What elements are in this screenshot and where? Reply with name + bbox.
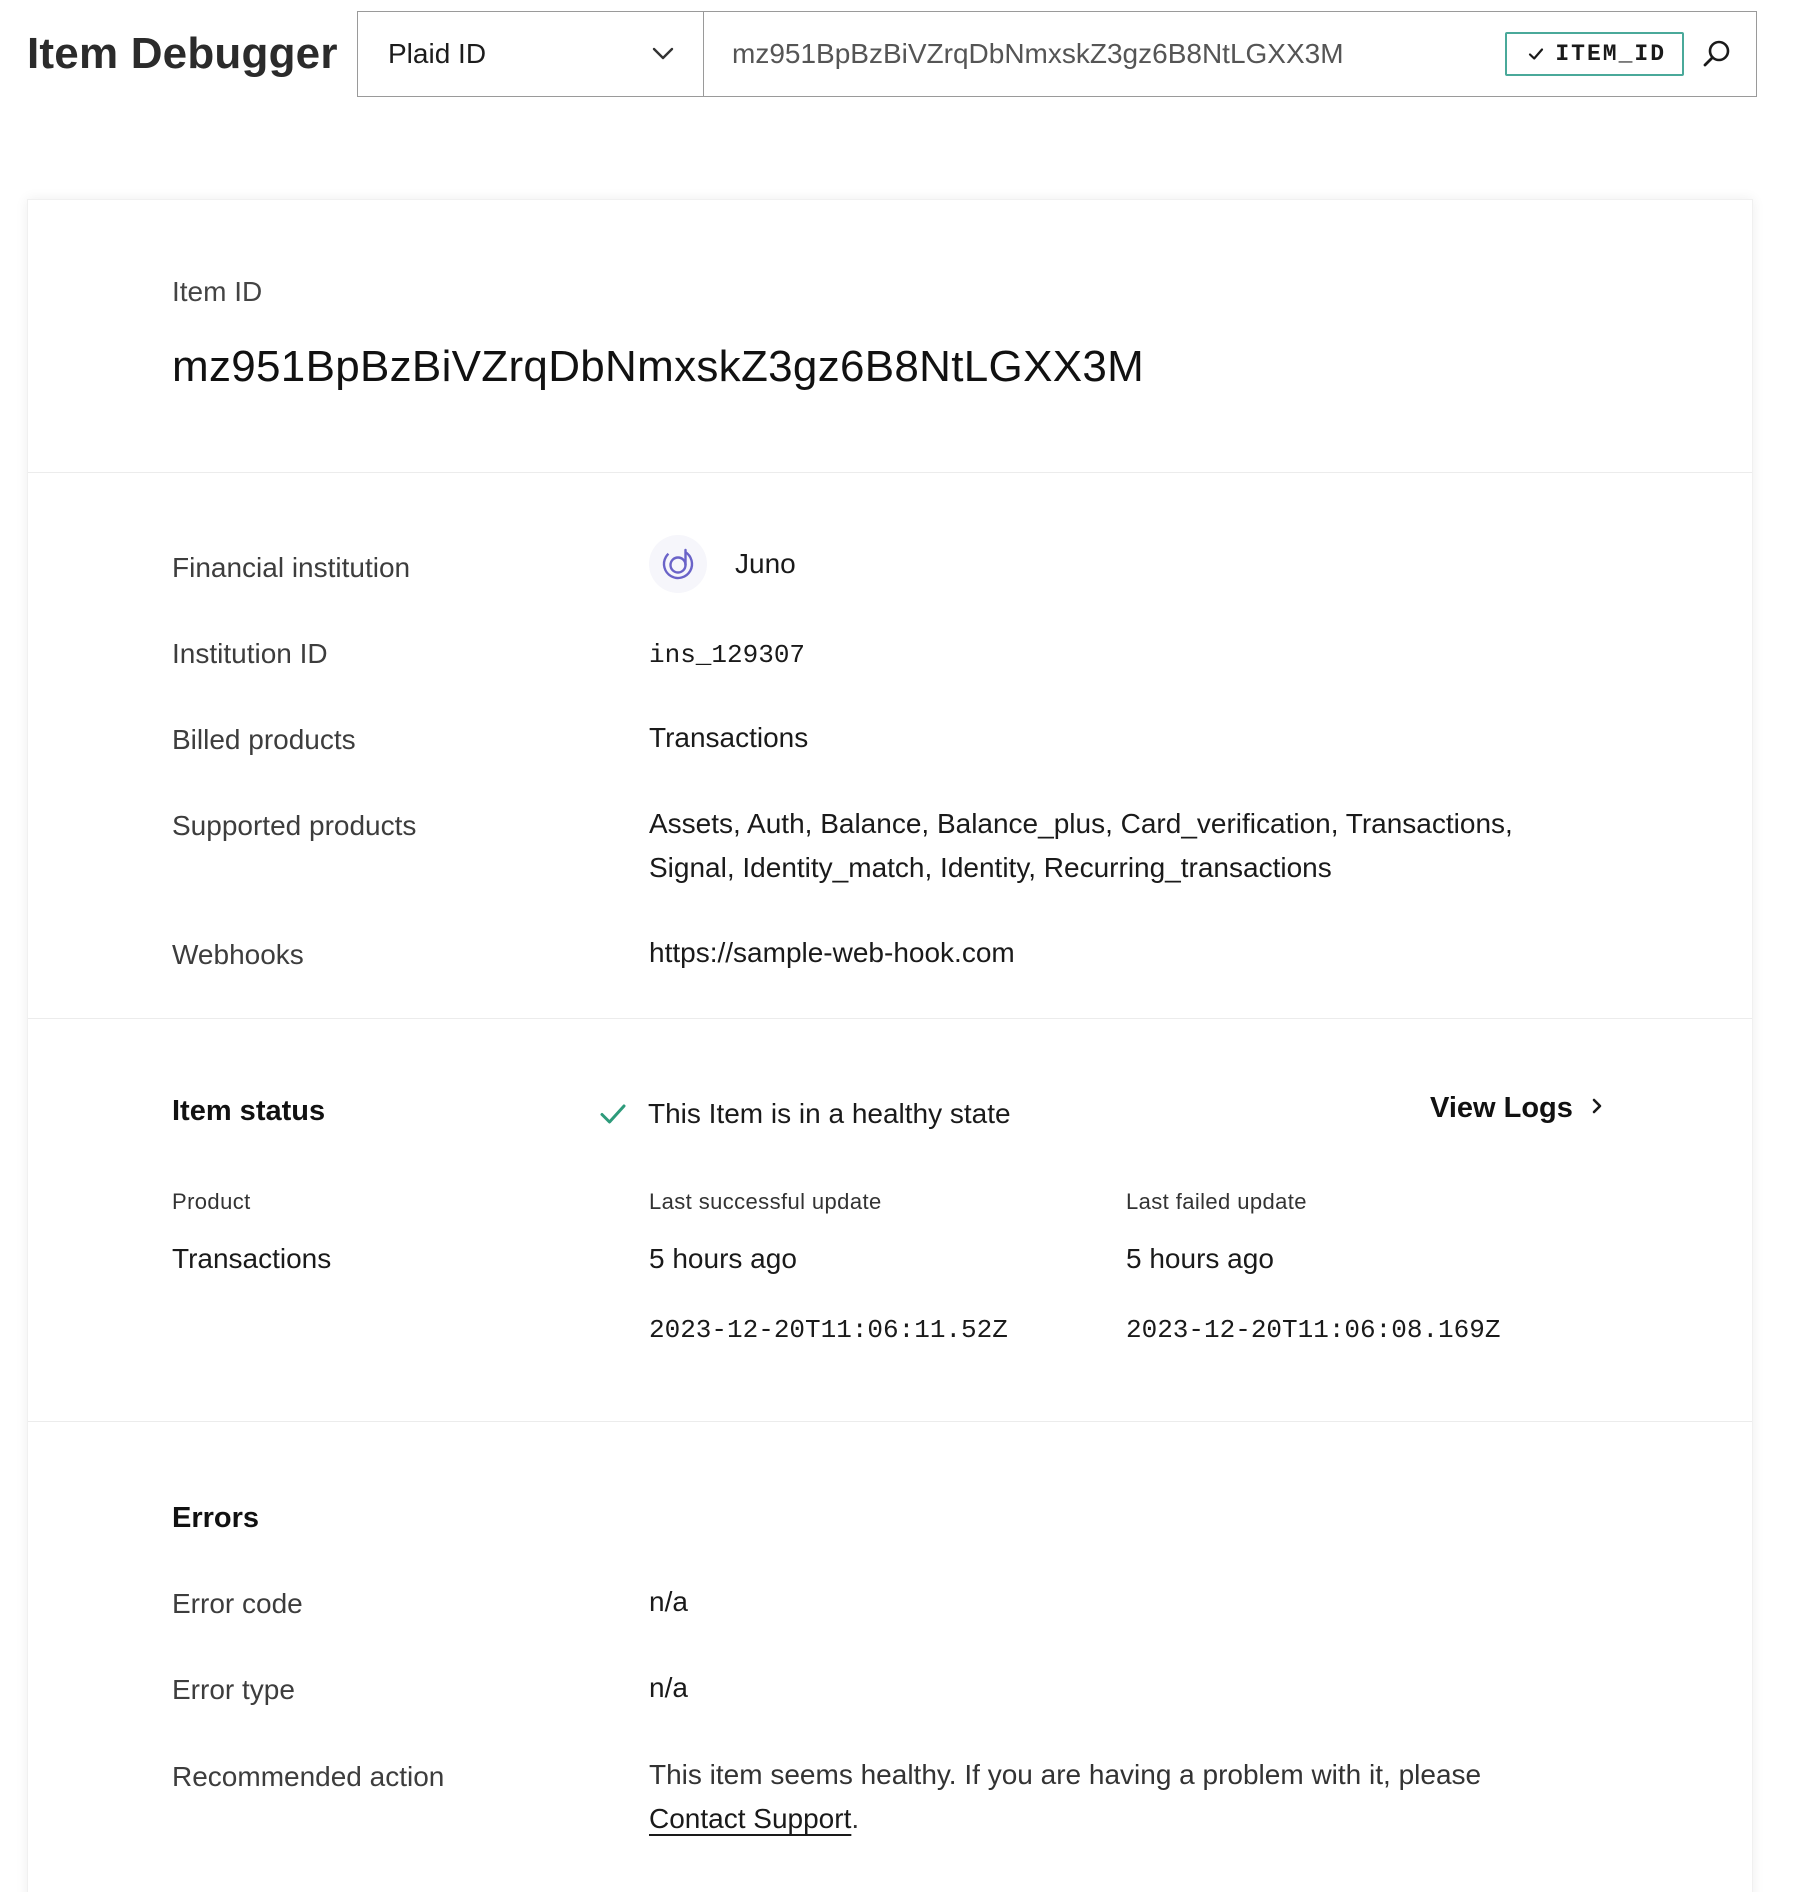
item-status-section: Item status This Item is in a healthy st… — [28, 1019, 1752, 1422]
error-type-label: Error type — [172, 1674, 295, 1705]
recommended-action-suffix: . — [851, 1803, 860, 1834]
detected-id-type-label: ITEM_ID — [1555, 41, 1666, 67]
item-id-label: Item ID — [172, 276, 263, 307]
billed-products-label: Billed products — [172, 724, 356, 755]
detected-id-type-badge: ITEM_ID — [1505, 32, 1684, 76]
last-success-column-header: Last successful update — [649, 1189, 882, 1214]
healthy-check-icon — [598, 1099, 628, 1129]
supported-products-line: Assets, Auth, Balance, Balance_plus, Car… — [649, 808, 1513, 839]
last-failed-relative: 5 hours ago — [1126, 1243, 1274, 1274]
recommended-action-link-line: Contact Support. — [649, 1797, 1481, 1841]
view-logs-label: View Logs — [1430, 1092, 1573, 1124]
error-type-value: n/a — [649, 1672, 688, 1703]
institution-id-value: ins_129307 — [649, 640, 806, 670]
chevron-down-icon — [651, 42, 675, 66]
item-id-section: Item ID mz951BpBzBiVZrqDbNmxskZ3gz6B8NtL… — [28, 200, 1752, 473]
search-input[interactable] — [732, 24, 1506, 84]
chevron-right-icon — [1591, 1097, 1603, 1120]
item-id-value: mz951BpBzBiVZrqDbNmxskZ3gz6B8NtLGXX3M — [172, 342, 1145, 391]
last-success-relative: 5 hours ago — [649, 1243, 797, 1274]
institution-name: Juno — [735, 548, 796, 579]
institution-value: Juno — [649, 535, 796, 593]
error-code-label: Error code — [172, 1588, 303, 1619]
item-status-heading: Item status — [172, 1095, 326, 1127]
webhooks-value: https://sample-web-hook.com — [649, 937, 1015, 968]
billed-products-value: Transactions — [649, 722, 809, 753]
last-failed-timestamp: 2023-12-20T11:06:08.169Z — [1126, 1315, 1501, 1345]
recommended-action-value: This item seems healthy. If you are havi… — [649, 1753, 1481, 1841]
errors-section: Errors Error code n/a Error type n/a Rec… — [28, 1422, 1752, 1892]
institution-label: Financial institution — [172, 552, 411, 583]
supported-products-line: Signal, Identity_match, Identity, Recurr… — [649, 852, 1332, 883]
webhooks-label: Webhooks — [172, 939, 304, 970]
item-info-section: Financial institution Juno Institution I… — [28, 473, 1752, 1019]
product-column-header: Product — [172, 1189, 251, 1214]
last-failed-column-header: Last failed update — [1126, 1189, 1307, 1214]
check-icon — [1527, 45, 1545, 63]
id-type-selected-label: Plaid ID — [388, 38, 487, 69]
status-message-text: This Item is in a healthy state — [648, 1098, 1011, 1129]
error-code-value: n/a — [649, 1586, 688, 1617]
supported-products-label: Supported products — [172, 810, 417, 841]
id-type-select[interactable]: Plaid ID — [358, 12, 704, 96]
recommended-action-text: This item seems healthy. If you are havi… — [649, 1759, 1482, 1790]
view-logs-link[interactable]: View Logs — [1430, 1092, 1603, 1125]
status-row-product: Transactions — [172, 1243, 332, 1274]
contact-support-link[interactable]: Contact Support — [649, 1803, 851, 1834]
juno-logo-icon — [649, 535, 707, 593]
item-details-card: Item ID mz951BpBzBiVZrqDbNmxskZ3gz6B8NtL… — [27, 199, 1753, 1892]
page-title: Item Debugger — [27, 29, 338, 78]
recommended-action-label: Recommended action — [172, 1761, 445, 1792]
search-icon[interactable] — [1700, 37, 1734, 71]
last-success-timestamp: 2023-12-20T11:06:11.52Z — [649, 1315, 1008, 1345]
institution-id-label: Institution ID — [172, 638, 328, 669]
item-search-bar: Plaid ID ITEM_ID — [357, 11, 1757, 97]
supported-products-value: Assets, Auth, Balance, Balance_plus, Car… — [649, 802, 1513, 890]
errors-heading: Errors — [172, 1502, 260, 1534]
search-field: ITEM_ID — [704, 12, 1756, 96]
status-message: This Item is in a healthy state — [598, 1092, 1011, 1136]
